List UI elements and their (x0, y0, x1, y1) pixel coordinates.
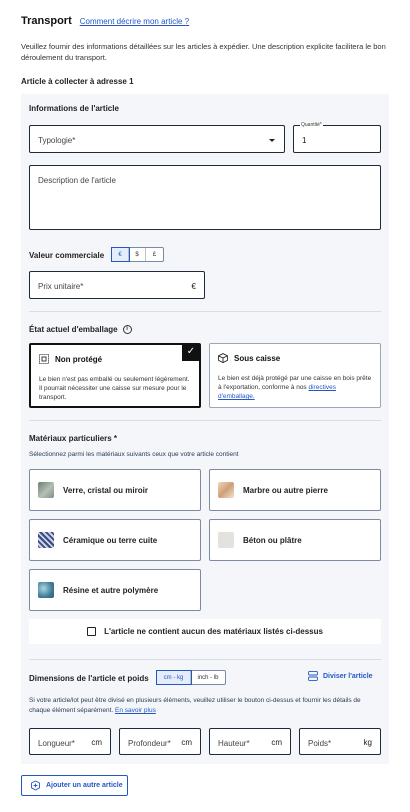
info-section-title: Informations de l'article (29, 104, 119, 113)
weight-field[interactable]: Poids* kg (299, 728, 381, 755)
material-label: Béton ou plâtre (243, 536, 302, 545)
currency-gbp[interactable]: £ (146, 248, 163, 261)
length-placeholder: Longueur* (38, 739, 75, 748)
material-label: Résine et autre polymère (63, 586, 159, 595)
ceramic-thumbnail (38, 532, 54, 548)
currency-usd[interactable]: $ (129, 248, 146, 261)
quantity-label: Quantité* (300, 122, 323, 128)
header: Transport Comment décrire mon article ? (21, 15, 189, 27)
box-icon (218, 353, 228, 363)
materials-section-title: Matériaux particuliers * (29, 434, 118, 443)
unit-system-selector: cm - kg inch - lb (156, 670, 226, 685)
material-ceramic[interactable]: Céramique ou terre cuite (29, 519, 201, 561)
packaging-section-title: État actuel d'emballage i (29, 325, 132, 335)
no-materials-label: L'article ne contient aucun des matériau… (104, 627, 323, 636)
marble-thumbnail (218, 482, 234, 498)
divider (29, 311, 381, 312)
currency-selector: € $ £ (111, 247, 164, 262)
material-label: Céramique ou terre cuite (63, 536, 158, 545)
transport-form: Transport Comment décrire mon article ? … (0, 0, 410, 812)
no-materials-checkbox[interactable] (87, 627, 97, 636)
quantity-field[interactable]: Quantité* 1 (293, 122, 381, 153)
split-icon (308, 671, 318, 681)
divider (29, 659, 381, 660)
material-concrete[interactable]: Béton ou plâtre (209, 519, 381, 561)
currency-eur[interactable]: € (111, 247, 130, 262)
resin-thumbnail (38, 582, 54, 598)
split-article-label: Diviser l'article (323, 672, 373, 680)
height-field[interactable]: Hauteur* cm (209, 728, 291, 755)
weight-unit: kg (363, 738, 372, 747)
height-unit: cm (271, 738, 282, 747)
unit-price-field[interactable]: Prix unitaire* € (29, 271, 205, 299)
split-article-button[interactable]: Diviser l'article (308, 671, 373, 681)
typology-placeholder: Typologie* (38, 136, 76, 145)
height-placeholder: Hauteur* (218, 739, 250, 748)
quantity-value: 1 (302, 136, 307, 145)
depth-placeholder: Profondeur* (128, 739, 171, 748)
weight-placeholder: Poids* (308, 739, 332, 748)
add-item-icon (31, 780, 40, 791)
unprotected-title: Non protégé (55, 355, 103, 364)
material-label: Marbre ou autre pierre (243, 486, 328, 495)
unprotected-description: Le bien n'est pas emballé ou seulement l… (39, 376, 190, 401)
description-placeholder: Description de l'article (38, 176, 117, 185)
typology-select[interactable]: Typologie* (29, 125, 285, 153)
materials-subtitle: Sélectionnez parmi les matériaux suivant… (29, 451, 239, 458)
euro-symbol: € (191, 282, 196, 291)
packaging-option-crated[interactable]: Sous caisse Le bien est déjà protégé par… (209, 343, 381, 408)
depth-unit: cm (181, 738, 192, 747)
concrete-thumbnail (218, 532, 234, 548)
intro-text: Veuillez fournir des informations détail… (21, 42, 386, 62)
packaging-title-text: État actuel d'emballage (29, 325, 118, 334)
material-label: Verre, cristal ou miroir (63, 486, 148, 495)
add-article-button[interactable]: Ajouter un autre article (21, 775, 128, 796)
description-field[interactable]: Description de l'article (29, 165, 381, 230)
page-title: Transport (21, 15, 72, 27)
material-marble[interactable]: Marbre ou autre pierre (209, 469, 381, 511)
material-glass[interactable]: Verre, cristal ou miroir (29, 469, 201, 511)
depth-field[interactable]: Profondeur* cm (119, 728, 201, 755)
packaging-option-unprotected[interactable]: Non protégé Le bien n'est pas emballé ou… (29, 343, 201, 408)
material-resin[interactable]: Résine et autre polymère (29, 569, 201, 611)
dimensions-section-title: Dimensions de l'article et poids (29, 674, 149, 683)
learn-more-link[interactable]: En savoir plus (115, 707, 156, 714)
article-label: Article à collecter à adresse 1 (21, 77, 134, 86)
check-icon: ✓ (182, 344, 200, 361)
unit-price-placeholder: Prix unitaire* (38, 282, 84, 291)
crated-description-text: Le bien est déjà protégé par une caisse … (218, 375, 372, 391)
unprotected-item-icon (39, 354, 49, 364)
info-icon[interactable]: i (122, 325, 132, 335)
dimensions-subtitle: Si votre article/lot peut être divisé en… (29, 696, 381, 716)
help-link[interactable]: Comment décrire mon article ? (80, 17, 189, 26)
dimensions-subtitle-text: Si votre article/lot peut être divisé en… (29, 697, 361, 714)
divider (29, 420, 381, 421)
value-section-title: Valeur commerciale (29, 251, 105, 260)
length-field[interactable]: Longueur* cm (29, 728, 111, 755)
crated-description: Le bien est déjà protégé par une caisse … (218, 374, 374, 401)
no-materials-checkbox-row[interactable]: L'article ne contient aucun des matériau… (29, 619, 381, 644)
chevron-down-icon (269, 139, 275, 142)
unit-metric[interactable]: cm - kg (156, 670, 192, 685)
crated-title: Sous caisse (234, 354, 281, 363)
add-article-label: Ajouter un autre article (46, 782, 123, 789)
length-unit: cm (91, 738, 102, 747)
unit-imperial[interactable]: inch - lb (191, 671, 225, 684)
glass-thumbnail (38, 482, 54, 498)
